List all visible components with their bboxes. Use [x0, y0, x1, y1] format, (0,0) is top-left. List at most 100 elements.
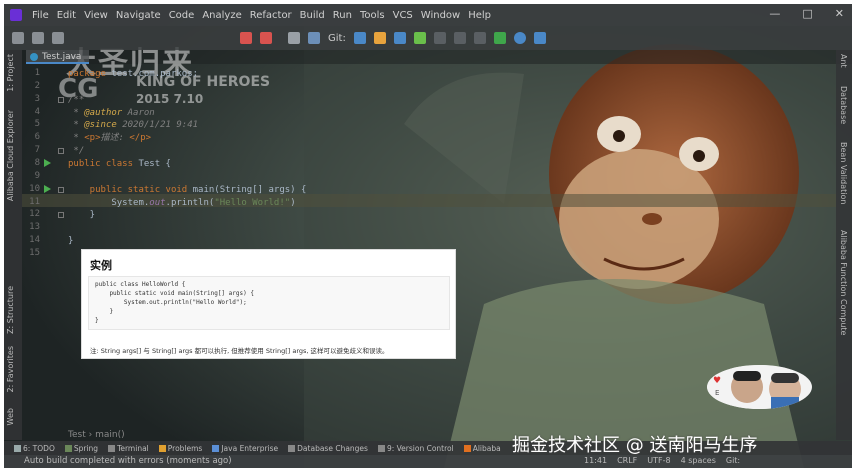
editor-tab[interactable]: Test.java: [26, 50, 90, 64]
stop-icon[interactable]: [240, 32, 252, 44]
bottom-tool-5[interactable]: Database Changes: [288, 444, 368, 453]
tab-structure[interactable]: Z: Structure: [6, 286, 15, 334]
bottom-tool-label: 9: Version Control: [386, 443, 454, 453]
code-token: }: [68, 236, 74, 247]
open-folder-icon[interactable]: [12, 32, 24, 44]
git-compare-icon[interactable]: [413, 32, 426, 44]
tab-bean-validation[interactable]: Bean Validation: [839, 142, 848, 204]
line-number: 5: [34, 119, 40, 130]
menu-vcs[interactable]: VCS: [389, 10, 417, 21]
code-line[interactable]: }: [68, 209, 95, 221]
project-structure-icon[interactable]: [308, 32, 320, 44]
breadcrumb-method[interactable]: main(): [95, 430, 125, 440]
code-line[interactable]: public class Test {: [68, 158, 171, 170]
menu-analyze[interactable]: Analyze: [198, 10, 245, 21]
menu-edit[interactable]: Edit: [53, 10, 80, 21]
menu-run[interactable]: Run: [329, 10, 356, 21]
sync-icon[interactable]: [52, 32, 64, 44]
bottom-tool-6[interactable]: 9: Version Control: [377, 443, 454, 453]
code-line[interactable]: * @since 2020/1/21 9:41: [68, 119, 198, 131]
line-separator[interactable]: CRLF: [617, 456, 637, 465]
code-line[interactable]: }: [68, 235, 73, 247]
example-code-line: }: [95, 308, 114, 315]
bottom-tool-0[interactable]: 6: TODO: [14, 444, 55, 453]
code-line[interactable]: */: [68, 145, 84, 157]
git-rollback-icon[interactable]: [453, 32, 466, 44]
tab-database[interactable]: Database: [839, 86, 848, 124]
code-line[interactable]: System.out.println("Hello World!"): [68, 197, 296, 209]
run-gutter-icon[interactable]: [44, 184, 51, 193]
code-token: </p>: [129, 133, 152, 144]
bottom-tool-label: Database Changes: [297, 443, 368, 453]
bottom-tool-4[interactable]: Java Enterprise: [212, 444, 278, 453]
code-line[interactable]: * <p>描述: </p>: [68, 132, 151, 144]
bottom-tool-7[interactable]: Alibaba: [463, 444, 501, 453]
minimize-button[interactable]: —: [769, 7, 780, 20]
git-commit-icon[interactable]: [373, 32, 386, 44]
debug-stop-icon[interactable]: [260, 32, 272, 44]
tab-favorites[interactable]: 2: Favorites: [6, 346, 15, 392]
menu-window[interactable]: Window: [417, 10, 464, 21]
wrench-icon[interactable]: [288, 32, 300, 44]
code-token: System.: [68, 197, 150, 208]
code-token: ): [290, 197, 296, 208]
code-line[interactable]: public static void main(String[] args) {: [68, 184, 307, 196]
run-gutter-icon[interactable]: [44, 158, 51, 167]
tab-alibaba-function-compute[interactable]: Alibaba Function Compute: [839, 230, 848, 335]
line-number: 2: [34, 80, 40, 91]
code-token: *: [68, 120, 85, 131]
tab-web[interactable]: Web: [6, 408, 15, 425]
fold-marker-icon[interactable]: [58, 148, 64, 155]
code-line[interactable]: package test.com.parkos;: [68, 68, 198, 80]
no-entry-icon[interactable]: [513, 32, 526, 44]
maximize-button[interactable]: □: [802, 7, 812, 20]
tab-ant[interactable]: Ant: [839, 54, 848, 68]
menu-code[interactable]: Code: [165, 10, 199, 21]
git-push-icon[interactable]: [393, 32, 406, 44]
fold-marker-icon[interactable]: [58, 186, 64, 193]
save-icon[interactable]: [32, 32, 44, 44]
breadcrumb-class[interactable]: Test: [68, 430, 86, 440]
refresh-icon[interactable]: [533, 32, 546, 44]
code-area[interactable]: package test.com.parkos; /** * @author Aa…: [68, 64, 836, 420]
code-token: *: [68, 133, 85, 144]
code-editor[interactable]: 1 2 3 4 5 6 7 8 9 10 11 12 13 14 15 package test.com.p…: [22, 64, 836, 420]
tool-icon: [212, 444, 220, 452]
menu-tools[interactable]: Tools: [356, 10, 389, 21]
status-message[interactable]: Auto build completed with errors (moment…: [24, 456, 232, 466]
bottom-tool-2[interactable]: Terminal: [108, 444, 149, 453]
menu-refactor[interactable]: Refactor: [246, 10, 296, 21]
bottom-tool-3[interactable]: Problems: [158, 443, 203, 453]
menu-file[interactable]: File: [28, 10, 53, 21]
code-token: main(String[]: [192, 184, 269, 195]
caret-position[interactable]: 11:41: [584, 456, 607, 465]
line-number: 13: [29, 222, 40, 233]
file-encoding[interactable]: UTF-8: [647, 456, 670, 465]
fold-marker-icon[interactable]: [58, 96, 64, 103]
menu-view[interactable]: View: [80, 10, 112, 21]
menu-build[interactable]: Build: [296, 10, 329, 21]
fold-marker-icon[interactable]: [58, 212, 64, 219]
code-token: Test: [138, 158, 166, 169]
code-token: /**: [68, 94, 85, 105]
bottom-tool-1[interactable]: Spring: [64, 444, 98, 453]
indent-setting[interactable]: 4 spaces: [681, 456, 716, 465]
close-button[interactable]: ✕: [835, 7, 844, 20]
vcs-branch[interactable]: Git:: [726, 456, 740, 465]
example-note: 注: String args[] 与 String[] args 都可以执行, …: [90, 347, 389, 355]
git-history-icon[interactable]: [433, 32, 446, 44]
tab-alibaba-cloud-explorer[interactable]: Alibaba Cloud Explorer: [6, 110, 15, 201]
git-clock-icon[interactable]: [473, 32, 486, 44]
bottom-tool-label: Problems: [167, 443, 203, 453]
line-number: 7: [34, 145, 40, 156]
terminal-icon[interactable]: [493, 32, 506, 44]
svg-text:♥: ♥: [713, 376, 721, 386]
code-line[interactable]: * @author Aaron: [68, 107, 154, 119]
menu-help[interactable]: Help: [464, 10, 495, 21]
git-update-icon[interactable]: [353, 32, 366, 44]
left-tool-strip: 1: Project Alibaba Cloud Explorer Z: Str…: [4, 50, 22, 440]
tab-project[interactable]: 1: Project: [6, 54, 15, 92]
code-line[interactable]: /**: [68, 94, 84, 106]
code-token: 描述:: [100, 133, 130, 144]
menu-navigate[interactable]: Navigate: [112, 10, 165, 21]
